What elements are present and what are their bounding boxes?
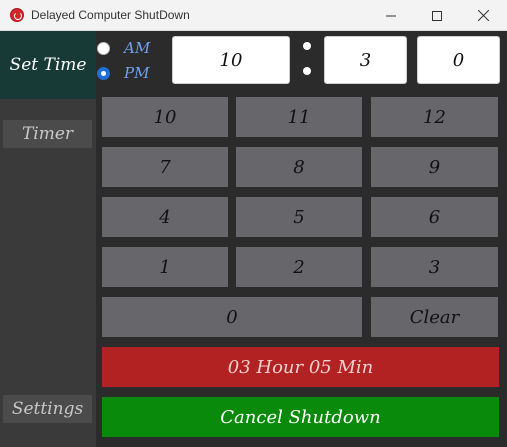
time-separator-dot: [303, 42, 311, 50]
minute-field[interactable]: 3: [324, 36, 407, 84]
pm-option[interactable]: PM: [97, 64, 149, 82]
power-icon: [10, 8, 24, 22]
key-2[interactable]: 2: [236, 247, 362, 287]
key-0[interactable]: 0: [102, 297, 362, 337]
key-12[interactable]: 12: [371, 97, 498, 137]
cancel-shutdown-button[interactable]: Cancel Shutdown: [102, 397, 499, 437]
am-radio[interactable]: [97, 41, 110, 55]
key-1[interactable]: 1: [102, 247, 228, 287]
maximize-icon: [432, 10, 442, 21]
key-6[interactable]: 6: [371, 197, 498, 237]
key-4[interactable]: 4: [102, 197, 228, 237]
clear-button[interactable]: Clear: [371, 297, 498, 337]
close-button[interactable]: [460, 0, 506, 31]
key-8[interactable]: 8: [236, 147, 362, 187]
key-3[interactable]: 3: [371, 247, 498, 287]
close-icon: [477, 10, 489, 21]
key-7[interactable]: 7: [102, 147, 228, 187]
key-9[interactable]: 9: [371, 147, 498, 187]
pm-label: PM: [124, 64, 150, 82]
sidebar-item-settings[interactable]: Settings: [3, 395, 92, 423]
key-5[interactable]: 5: [236, 197, 362, 237]
maximize-button[interactable]: [414, 0, 460, 31]
sidebar-item-timer[interactable]: Timer: [3, 120, 92, 148]
minimize-icon: [386, 15, 396, 16]
title-bar: Delayed Computer ShutDown: [0, 0, 507, 31]
key-10[interactable]: 10: [102, 97, 228, 137]
sidebar: Set Time Timer Settings: [0, 31, 96, 447]
am-label: AM: [124, 39, 151, 57]
key-11[interactable]: 11: [236, 97, 362, 137]
window-title: Delayed Computer ShutDown: [31, 8, 190, 22]
hour-field[interactable]: 10: [172, 36, 290, 84]
remaining-time-status: 03 Hour 05 Min: [102, 347, 499, 387]
pm-radio[interactable]: [97, 66, 110, 80]
sidebar-item-set-time[interactable]: Set Time: [0, 31, 96, 99]
second-field[interactable]: 0: [417, 36, 500, 84]
am-option[interactable]: AM: [97, 39, 150, 57]
minimize-button[interactable]: [368, 0, 414, 31]
time-separator-dot: [303, 67, 311, 75]
